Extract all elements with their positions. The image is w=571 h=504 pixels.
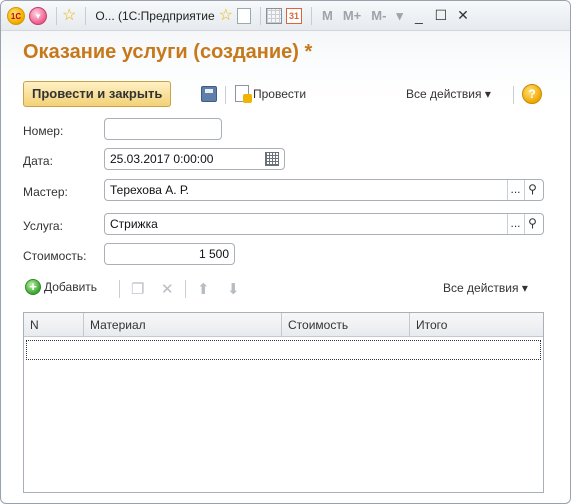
memory-plus-button[interactable]: M+ — [343, 8, 361, 23]
search-icon[interactable]: ⚲ — [524, 180, 540, 200]
minimize-button[interactable]: _ — [408, 8, 430, 24]
service-value: Стрижка — [110, 217, 158, 231]
date-value: 25.03.2017 0:00:00 — [110, 152, 214, 166]
separator — [56, 6, 57, 25]
select-button[interactable]: ... — [507, 180, 523, 200]
column-header-cost[interactable]: Стоимость — [282, 313, 410, 337]
table-header: N Материал Стоимость Итого — [24, 313, 543, 337]
master-field[interactable]: Терехова А. Р. ... ⚲ — [104, 179, 544, 201]
master-value: Терехова А. Р. — [110, 183, 189, 197]
master-label: Мастер: — [23, 185, 68, 199]
favorite-add-icon[interactable]: ☆ — [219, 5, 233, 27]
dropdown-icon[interactable]: ▾ — [396, 8, 403, 24]
star-icon[interactable]: ☆ — [62, 5, 76, 27]
add-icon: + — [25, 279, 41, 295]
all-actions-label: Все действия — [406, 87, 482, 101]
search-icon[interactable]: ⚲ — [524, 214, 540, 234]
title-bar: 1С ▾ ☆ О... (1С:Предприятие ☆ 31 M M+ M-… — [1, 1, 570, 31]
calculator-icon[interactable] — [265, 5, 282, 27]
table-all-actions-menu[interactable]: Все действия ▾ — [443, 281, 528, 295]
calendar-icon[interactable]: 31 — [285, 5, 302, 27]
add-button[interactable]: + Добавить — [25, 279, 97, 295]
number-field[interactable] — [104, 118, 222, 140]
separator — [259, 6, 261, 25]
separator — [185, 280, 186, 298]
separator — [85, 6, 87, 25]
separator — [513, 86, 514, 104]
close-button[interactable]: ✕ — [452, 7, 474, 24]
1c-logo: 1С — [7, 6, 25, 25]
post-button-label: Провести — [253, 86, 307, 101]
document-icon[interactable] — [236, 5, 251, 27]
document-window: 1С ▾ ☆ О... (1С:Предприятие ☆ 31 M M+ M-… — [0, 0, 571, 504]
separator — [310, 6, 312, 25]
save-icon[interactable] — [201, 86, 217, 102]
all-actions-menu[interactable]: Все действия ▾ — [406, 87, 491, 101]
column-header-material[interactable]: Материал — [84, 313, 282, 337]
service-field[interactable]: Стрижка ... ⚲ — [104, 213, 544, 235]
chevron-down-icon: ▾ — [521, 281, 528, 295]
move-down-icon[interactable]: ⬇ — [227, 280, 240, 298]
column-header-total[interactable]: Итого — [410, 313, 543, 337]
column-header-n[interactable]: N — [24, 313, 84, 337]
separator — [225, 86, 226, 104]
memory-button[interactable]: M — [322, 8, 333, 23]
date-field[interactable]: 25.03.2017 0:00:00 — [104, 148, 285, 170]
post-and-close-button[interactable]: Провести и закрыть — [23, 81, 172, 107]
help-icon[interactable]: ? — [522, 84, 542, 104]
number-label: Номер: — [23, 124, 64, 138]
cost-label: Стоимость: — [23, 249, 87, 263]
separator — [119, 280, 120, 298]
chevron-down-icon: ▾ — [484, 87, 491, 101]
cost-field[interactable]: 1 500 — [104, 243, 235, 265]
materials-table[interactable]: N Материал Стоимость Итого — [23, 312, 544, 493]
window-title: О... (1С:Предприятие — [95, 8, 215, 23]
post-document-icon — [235, 85, 252, 103]
select-button[interactable]: ... — [507, 214, 523, 234]
maximize-button[interactable]: ☐ — [430, 7, 452, 24]
service-label: Услуга: — [23, 219, 63, 233]
copy-icon[interactable]: ❐ — [131, 280, 144, 298]
table-row[interactable] — [26, 340, 541, 360]
post-button[interactable]: Провести — [235, 85, 307, 103]
chevron-down-icon: ▾ — [29, 6, 47, 25]
date-label: Дата: — [23, 154, 53, 168]
form-title: Оказание услуги (создание) * — [23, 41, 313, 63]
add-button-label: Добавить — [44, 280, 98, 294]
move-up-icon[interactable]: ⬆ — [197, 280, 210, 298]
table-all-actions-label: Все действия — [443, 281, 519, 295]
memory-minus-button[interactable]: M- — [371, 8, 386, 23]
delete-icon[interactable]: ✕ — [161, 280, 174, 298]
back-button[interactable]: ▾ — [29, 5, 47, 27]
logo-icon[interactable]: 1С — [7, 5, 25, 27]
calendar-icon[interactable] — [265, 152, 279, 166]
